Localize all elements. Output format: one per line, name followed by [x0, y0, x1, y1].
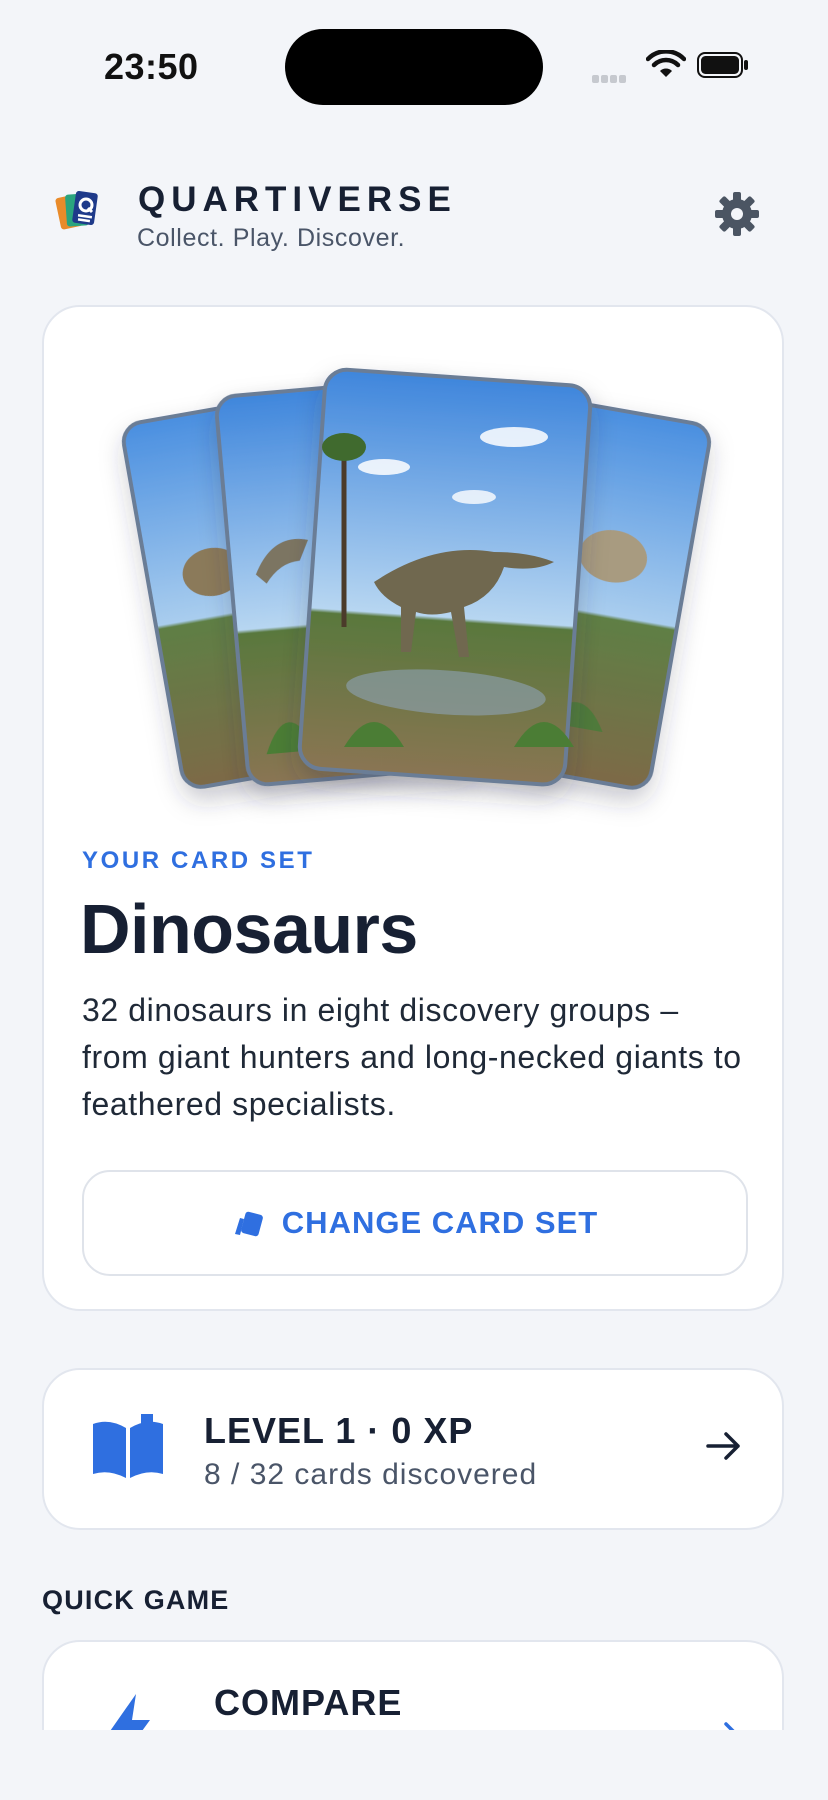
card-set-title: Dinosaurs — [80, 890, 418, 968]
gear-icon[interactable] — [713, 190, 761, 238]
change-card-set-label: CHANGE CARD SET — [281, 1205, 599, 1240]
app-title: QUARTIVERSE — [138, 180, 457, 219]
card-deck-logo-icon — [55, 191, 98, 230]
status-bar: 23:50 — [0, 0, 828, 130]
quick-game-heading: QUICK GAME — [42, 1585, 230, 1615]
wifi-icon — [646, 50, 686, 77]
level-title: LEVEL 1 · 0 XP — [204, 1410, 474, 1451]
dinosaur-card-fan-illustration — [121, 367, 712, 790]
bottom-safe-area — [0, 1730, 828, 1800]
arrow-right-icon — [706, 1432, 740, 1460]
status-time: 23:50 — [104, 46, 199, 87]
battery-icon — [697, 52, 748, 78]
app-tagline: Collect. Play. Discover. — [137, 224, 406, 252]
cellular-signal-icon — [592, 70, 628, 88]
open-book-icon — [93, 1414, 163, 1478]
app-header: QUARTIVERSE Collect. Play. Discover. — [0, 180, 828, 260]
card-set-panel: YOUR CARD SET Dinosaurs 32 dinosaurs in … — [42, 305, 784, 1311]
cards-icon — [234, 1211, 263, 1237]
card-set-kicker: YOUR CARD SET — [82, 847, 315, 874]
change-card-set-button[interactable]: CHANGE CARD SET — [82, 1170, 748, 1276]
card-set-description: 32 dinosaurs in eight discovery groups –… — [82, 992, 742, 1122]
cards-discovered-text: 8 / 32 cards discovered — [204, 1458, 538, 1491]
compare-title: COMPARE — [214, 1682, 403, 1723]
level-progress-card[interactable]: LEVEL 1 · 0 XP 8 / 32 cards discovered — [42, 1368, 784, 1530]
dynamic-island — [285, 29, 543, 105]
